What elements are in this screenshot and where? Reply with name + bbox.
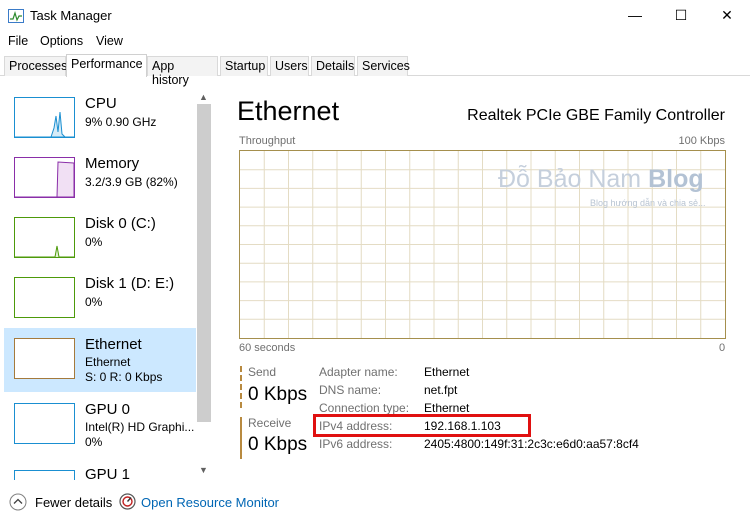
menu-view[interactable]: View <box>96 34 123 48</box>
ipv4-highlight-box <box>313 414 531 437</box>
sidebar-item-sub: Intel(R) HD Graphi... <box>85 420 195 434</box>
close-button[interactable]: ✕ <box>704 0 750 30</box>
sidebar-item-sub: 3.2/3.9 GB (82%) <box>85 175 178 189</box>
tab-performance[interactable]: Performance <box>66 54 147 77</box>
detail-label: IPv6 address: <box>319 437 393 451</box>
sidebar-item-label: Disk 0 (C:) <box>85 215 156 232</box>
watermark-tagline: Blog hướng dẫn và chia sẻ... <box>590 198 706 208</box>
sidebar-item-disk0[interactable]: Disk 0 (C:) 0% <box>4 205 196 269</box>
resource-monitor-icon <box>119 493 136 510</box>
menu-file[interactable]: File <box>8 34 28 48</box>
graph-label: Throughput <box>239 135 296 147</box>
device-name: Realtek PCIe GBE Family Controller <box>467 107 725 124</box>
gpu1-mini-graph <box>14 470 75 480</box>
scroll-up-icon[interactable]: ▲ <box>199 92 208 102</box>
fewer-details-button[interactable]: Fewer details <box>35 495 112 510</box>
sidebar-item-label: Memory <box>85 155 140 172</box>
send-value: 0 Kbps <box>248 384 308 405</box>
sidebar-item-label: CPU <box>85 95 117 112</box>
sidebar-item-sub: 0% <box>85 235 103 249</box>
tab-startup[interactable]: Startup <box>220 56 268 76</box>
detail-label: Adapter name: <box>319 365 398 379</box>
watermark: Đỗ Bảo Nam Blog <box>498 165 704 194</box>
send-indicator <box>240 366 242 408</box>
sidebar-item-sub: 9% 0.90 GHz <box>85 115 157 129</box>
sidebar-item-cpu[interactable]: CPU 9% 0.90 GHz <box>4 85 196 149</box>
gpu0-mini-graph <box>14 403 75 444</box>
sidebar-item-sub2: 0% <box>85 435 103 449</box>
sidebar-item-label: GPU 0 <box>85 401 131 418</box>
disk1-mini-graph <box>14 277 75 318</box>
task-manager-icon <box>8 9 24 23</box>
menu-bar: File Options View <box>0 31 750 51</box>
open-resource-monitor-link[interactable]: Open Resource Monitor <box>141 495 279 510</box>
window-title: Task Manager <box>30 8 112 23</box>
sidebar-item-label: GPU 1 <box>85 466 131 480</box>
menu-options[interactable]: Options <box>40 34 83 48</box>
scroll-down-icon[interactable]: ▼ <box>199 465 208 475</box>
close-icon: ✕ <box>721 6 733 23</box>
footer: Fewer details Open Resource Monitor <box>0 487 750 527</box>
watermark-name: Đỗ Bảo Nam <box>498 165 642 193</box>
resource-sidebar: CPU 9% 0.90 GHz Memory 3.2/3.9 GB (82%) … <box>4 85 212 480</box>
ethernet-mini-graph <box>14 338 75 379</box>
send-label: Send <box>248 365 277 379</box>
detail-value: net.fpt <box>424 383 458 397</box>
page-title: Ethernet <box>237 96 340 126</box>
sidebar-item-label: Ethernet <box>85 336 142 353</box>
watermark-blog: Blog <box>648 165 704 193</box>
sidebar-item-sub: 0% <box>85 295 103 309</box>
collapse-chevron-icon[interactable] <box>9 493 27 511</box>
cpu-mini-graph <box>14 97 75 138</box>
detail-value: Ethernet <box>424 401 470 415</box>
sidebar-item-sub2: S: 0 R: 0 Kbps <box>85 370 163 384</box>
minimize-icon: — <box>628 7 642 23</box>
detail-label: DNS name: <box>319 383 382 397</box>
maximize-icon: ☐ <box>674 6 688 23</box>
graph-max-label: 100 Kbps <box>678 135 725 147</box>
tab-app-history[interactable]: App history <box>147 56 218 87</box>
sidebar-item-label: Disk 1 (D: E:) <box>85 275 175 292</box>
receive-indicator <box>240 417 242 459</box>
sidebar-item-memory[interactable]: Memory 3.2/3.9 GB (82%) <box>4 145 196 209</box>
minimize-button[interactable]: — <box>612 0 658 30</box>
sidebar-item-disk1[interactable]: Disk 1 (D: E:) 0% <box>4 265 196 329</box>
memory-mini-graph <box>14 157 75 198</box>
tab-details[interactable]: Details <box>311 56 355 76</box>
title-bar: Task Manager — ☐ ✕ <box>0 0 750 30</box>
ipv6-value: 2405:4800:149f:31:2c3c:e6d0:aa57:8cf4 <box>424 437 639 451</box>
tab-bar: Processes Performance App history Startu… <box>0 54 750 87</box>
tab-services[interactable]: Services <box>357 56 410 76</box>
disk0-mini-graph <box>14 217 75 258</box>
sidebar-item-sub: Ethernet <box>85 355 131 369</box>
sidebar-item-ethernet[interactable]: Ethernet Ethernet S: 0 R: 0 Kbps <box>4 328 196 392</box>
receive-value: 0 Kbps <box>248 434 308 455</box>
detail-value: Ethernet <box>424 365 470 379</box>
scrollbar-thumb[interactable] <box>197 104 211 422</box>
sidebar-item-gpu0[interactable]: GPU 0 Intel(R) HD Graphi... 0% <box>4 393 196 457</box>
graph-time-label: 60 seconds <box>239 342 296 354</box>
tab-processes[interactable]: Processes <box>4 56 67 76</box>
graph-min-label: 0 <box>719 342 726 354</box>
maximize-button[interactable]: ☐ <box>658 0 704 30</box>
detail-label: Connection type: <box>319 401 410 415</box>
tab-users[interactable]: Users <box>270 56 309 76</box>
sidebar-item-gpu1[interactable]: GPU 1 <box>4 460 196 480</box>
receive-label: Receive <box>248 416 292 430</box>
